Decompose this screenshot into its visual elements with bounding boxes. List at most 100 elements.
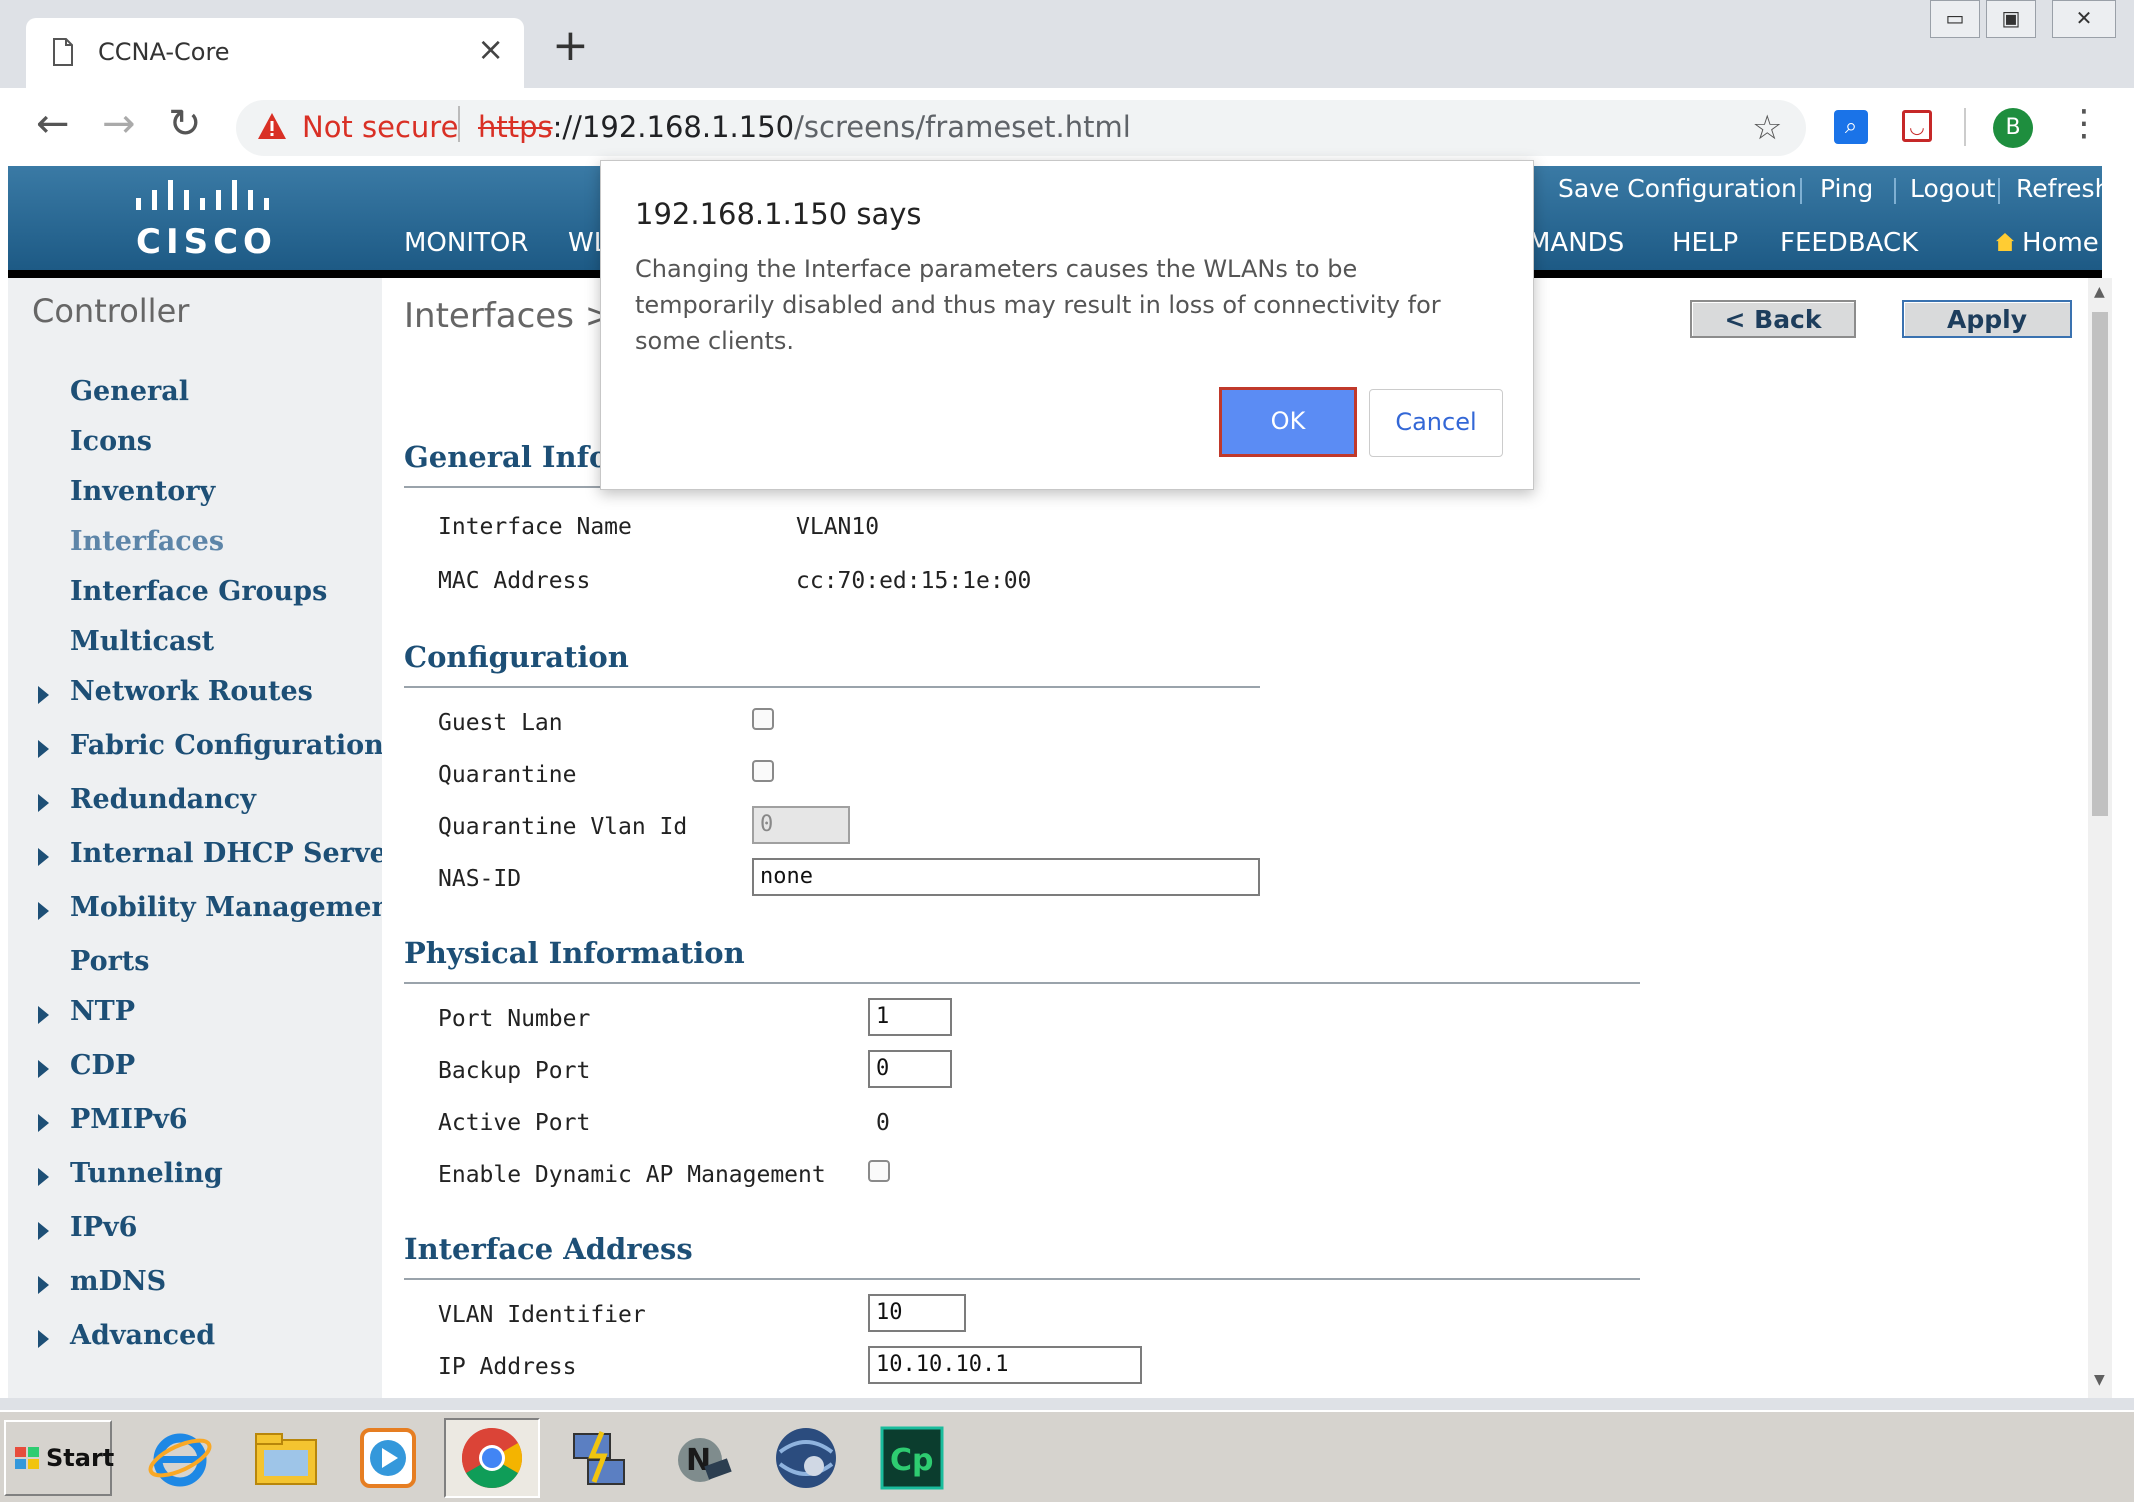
sidebar-item-internal-dhcp-server[interactable]: Internal DHCP Server bbox=[70, 838, 401, 869]
nas-id-input[interactable]: none bbox=[752, 858, 1260, 896]
sidebar-item-interface-groups[interactable]: Interface Groups bbox=[70, 576, 327, 607]
dialog-ok-button[interactable]: OK bbox=[1219, 387, 1357, 457]
sidebar-item-ntp[interactable]: NTP bbox=[70, 996, 135, 1027]
chrome-icon[interactable] bbox=[456, 1422, 528, 1494]
network-n-icon[interactable]: N bbox=[666, 1422, 738, 1494]
section-divider bbox=[404, 1278, 1640, 1280]
browser-tab[interactable]: CCNA-Core × bbox=[26, 18, 524, 88]
sidebar-item-ipv6[interactable]: IPv6 bbox=[70, 1212, 137, 1243]
expand-caret-icon[interactable] bbox=[38, 1276, 49, 1294]
reload-icon[interactable]: ↻ bbox=[168, 104, 202, 144]
file-explorer-icon[interactable] bbox=[250, 1422, 322, 1494]
expand-caret-icon[interactable] bbox=[38, 1006, 49, 1024]
section-divider bbox=[404, 686, 1260, 688]
sidebar-item-inventory[interactable]: Inventory bbox=[70, 476, 215, 507]
expand-caret-icon[interactable] bbox=[38, 1114, 49, 1132]
globe-app-icon[interactable] bbox=[770, 1422, 842, 1494]
ping-link[interactable]: Ping bbox=[1820, 174, 1873, 203]
logout-link[interactable]: Logout bbox=[1910, 174, 1996, 203]
dialog-title: 192.168.1.150 says bbox=[635, 197, 922, 231]
sidebar-item-mdns[interactable]: mDNS bbox=[70, 1266, 166, 1297]
close-window-button[interactable]: ✕ bbox=[2052, 0, 2116, 38]
expand-caret-icon[interactable] bbox=[38, 1330, 49, 1348]
new-tab-button[interactable]: + bbox=[552, 24, 589, 68]
dynamic-ap-checkbox[interactable] bbox=[868, 1160, 890, 1182]
interface-name-value: VLAN10 bbox=[796, 514, 880, 540]
cisco-wordmark: CISCO bbox=[136, 222, 277, 262]
expand-caret-icon[interactable] bbox=[38, 1222, 49, 1240]
sidebar-item-multicast[interactable]: Multicast bbox=[70, 626, 214, 657]
expand-caret-icon[interactable] bbox=[38, 794, 49, 812]
shield-extension-icon[interactable]: ◡ bbox=[1902, 110, 1932, 142]
mac-address-value: cc:70:ed:15:1e:00 bbox=[796, 568, 1032, 594]
nav-monitor[interactable]: MONITOR bbox=[404, 228, 528, 258]
scroll-down-arrow-icon[interactable]: ▼ bbox=[2094, 1372, 2105, 1388]
dialog-cancel-button[interactable]: Cancel bbox=[1369, 389, 1503, 457]
ip-address-input[interactable]: 10.10.10.1 bbox=[868, 1346, 1142, 1384]
interface-address-heading: Interface Address bbox=[404, 1232, 693, 1266]
profile-avatar[interactable]: B bbox=[1993, 108, 2033, 148]
mac-address-label: MAC Address bbox=[438, 568, 591, 594]
alert-dialog: 192.168.1.150 says Changing the Interfac… bbox=[600, 160, 1534, 490]
maximize-button[interactable]: ▣ bbox=[1986, 0, 2036, 38]
scroll-up-arrow-icon[interactable]: ▲ bbox=[2094, 284, 2105, 300]
not-secure-label[interactable]: Not secure bbox=[302, 110, 458, 144]
sidebar-item-pmipv6[interactable]: PMIPv6 bbox=[70, 1104, 188, 1135]
captivate-icon[interactable]: Cp bbox=[876, 1422, 948, 1494]
document-icon bbox=[53, 38, 73, 66]
nav-help[interactable]: HELP bbox=[1672, 228, 1738, 258]
windows-flag-icon bbox=[15, 1447, 39, 1469]
bookmark-star-icon[interactable]: ☆ bbox=[1752, 108, 1782, 148]
sidebar-item-fabric-configuration[interactable]: Fabric Configuration bbox=[70, 730, 384, 761]
tab-close-icon[interactable]: × bbox=[477, 30, 504, 68]
guest-lan-checkbox[interactable] bbox=[752, 708, 774, 730]
internet-explorer-icon[interactable] bbox=[144, 1422, 216, 1494]
sidebar-item-mobility-management[interactable]: Mobility Management bbox=[70, 892, 404, 923]
util-separator bbox=[1998, 178, 2000, 204]
sidebar-item-interfaces[interactable]: Interfaces bbox=[70, 526, 224, 557]
sidebar-item-network-routes[interactable]: Network Routes bbox=[70, 676, 313, 707]
expand-caret-icon[interactable] bbox=[38, 1168, 49, 1186]
sidebar-item-icons[interactable]: Icons bbox=[70, 426, 152, 457]
util-separator bbox=[1894, 178, 1896, 204]
quarantine-vlan-input[interactable]: 0 bbox=[752, 806, 850, 844]
expand-caret-icon[interactable] bbox=[38, 848, 49, 866]
expand-caret-icon[interactable] bbox=[38, 740, 49, 758]
back-button[interactable]: < Back bbox=[1690, 300, 1856, 338]
media-player-icon[interactable] bbox=[352, 1422, 424, 1494]
quarantine-label: Quarantine bbox=[438, 762, 577, 788]
backup-port-input[interactable]: 0 bbox=[868, 1050, 952, 1088]
expand-caret-icon[interactable] bbox=[38, 686, 49, 704]
save-configuration-link[interactable]: Save Configuration bbox=[1558, 174, 1797, 203]
quarantine-checkbox[interactable] bbox=[752, 760, 774, 782]
apply-button[interactable]: Apply bbox=[1902, 300, 2072, 338]
forward-arrow-icon[interactable]: → bbox=[102, 104, 136, 144]
port-number-input[interactable]: 1 bbox=[868, 998, 952, 1036]
nav-feedback[interactable]: FEEDBACK bbox=[1780, 228, 1918, 258]
expand-caret-icon[interactable] bbox=[38, 902, 49, 920]
network-tool-icon[interactable] bbox=[562, 1422, 634, 1494]
sidebar-item-ports[interactable]: Ports bbox=[70, 946, 149, 977]
vlan-identifier-input[interactable]: 10 bbox=[868, 1294, 966, 1332]
vertical-scrollbar[interactable]: ▲ ▼ bbox=[2088, 278, 2112, 1398]
url-text[interactable]: https://192.168.1.150/screens/frameset.h… bbox=[478, 110, 1131, 144]
sidebar-item-tunneling[interactable]: Tunneling bbox=[70, 1158, 223, 1189]
expand-caret-icon[interactable] bbox=[38, 1060, 49, 1078]
start-button[interactable]: Start bbox=[4, 1420, 114, 1496]
sidebar-item-advanced[interactable]: Advanced bbox=[70, 1320, 215, 1351]
nav-commands[interactable]: MANDS bbox=[1528, 228, 1624, 258]
back-arrow-icon[interactable]: ← bbox=[36, 104, 70, 144]
port-number-label: Port Number bbox=[438, 1006, 591, 1032]
sidebar-item-redundancy[interactable]: Redundancy bbox=[70, 784, 256, 815]
scrollbar-thumb[interactable] bbox=[2092, 312, 2108, 816]
minimize-button[interactable]: ▭ bbox=[1930, 0, 1980, 38]
dialog-message: Changing the Interface parameters causes… bbox=[635, 255, 1441, 355]
active-port-value: 0 bbox=[876, 1110, 890, 1136]
search-extension-icon[interactable]: ⌕ bbox=[1834, 110, 1868, 144]
tab-title: CCNA-Core bbox=[98, 38, 230, 66]
refresh-link[interactable]: Refresh bbox=[2016, 174, 2110, 203]
browser-menu-icon[interactable]: ⋮ bbox=[2066, 104, 2102, 144]
nav-home[interactable]: Home bbox=[1996, 228, 2099, 258]
sidebar-item-general[interactable]: General bbox=[70, 376, 189, 407]
sidebar-item-cdp[interactable]: CDP bbox=[70, 1050, 135, 1081]
